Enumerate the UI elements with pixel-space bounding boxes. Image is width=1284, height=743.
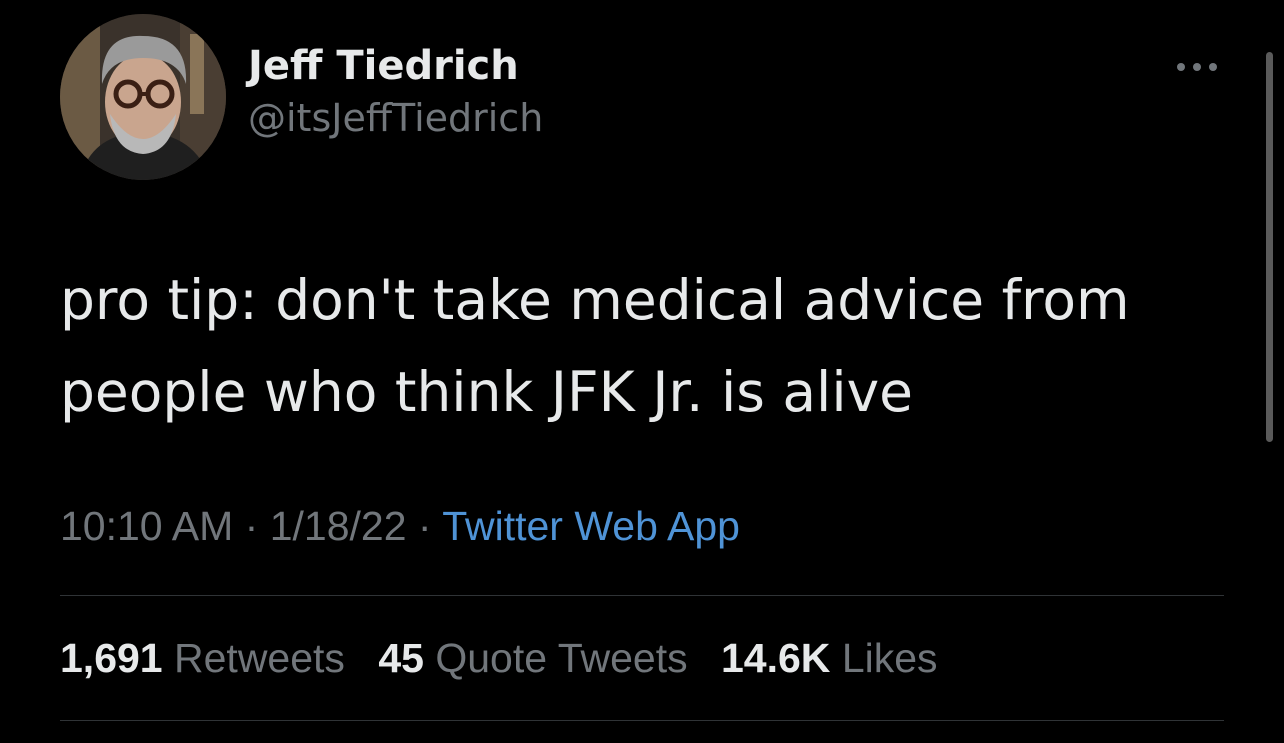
- divider: [60, 720, 1224, 721]
- tweet-date[interactable]: 1/18/22: [270, 503, 407, 549]
- profile-photo: [60, 14, 226, 180]
- quote-tweets-stat[interactable]: 45 Quote Tweets: [378, 632, 687, 684]
- tweet-time[interactable]: 10:10 AM: [60, 503, 233, 549]
- tweet-text: pro tip: don't take medical advice from …: [60, 268, 1130, 424]
- quote-tweets-label: Quote Tweets: [435, 635, 688, 681]
- divider: [60, 595, 1224, 596]
- meta-separator: ·: [244, 503, 259, 549]
- display-name[interactable]: Jeff Tiedrich: [248, 40, 543, 92]
- more-options-button[interactable]: [1172, 50, 1222, 84]
- likes-stat[interactable]: 14.6K Likes: [721, 632, 938, 684]
- author-info[interactable]: Jeff Tiedrich @itsJeffTiedrich: [248, 40, 543, 144]
- tweet-stats: 1,691 Retweets 45 Quote Tweets 14.6K Lik…: [60, 632, 960, 684]
- tweet-detail: Jeff Tiedrich @itsJeffTiedrich pro tip: …: [0, 0, 1284, 743]
- likes-count: 14.6K: [721, 635, 831, 681]
- avatar[interactable]: [60, 14, 226, 180]
- more-horizontal-icon: [1177, 63, 1217, 71]
- tweet-source-link[interactable]: Twitter Web App: [442, 503, 740, 549]
- likes-label: Likes: [841, 635, 938, 681]
- retweets-stat[interactable]: 1,691 Retweets: [60, 632, 345, 684]
- quote-tweets-count: 45: [378, 635, 424, 681]
- retweets-label: Retweets: [174, 635, 345, 681]
- retweets-count: 1,691: [60, 635, 163, 681]
- tweet-meta: 10:10 AM · 1/18/22 · Twitter Web App: [60, 500, 740, 552]
- user-handle[interactable]: @itsJeffTiedrich: [248, 92, 543, 144]
- meta-separator: ·: [417, 503, 432, 549]
- scrollbar[interactable]: [1266, 52, 1273, 442]
